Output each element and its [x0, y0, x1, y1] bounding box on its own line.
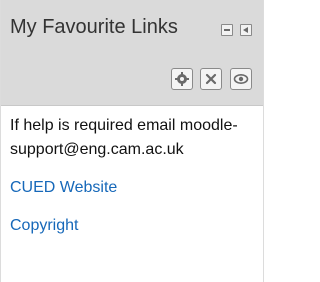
collapse-icon[interactable]	[240, 24, 252, 36]
block-content: If help is required email moodle-support…	[10, 114, 258, 252]
link-cued-website[interactable]: CUED Website	[10, 176, 258, 200]
link-copyright[interactable]: Copyright	[10, 214, 258, 238]
delete-icon[interactable]	[200, 68, 222, 90]
dock-icon[interactable]	[221, 24, 233, 36]
favourite-links-block: My Favourite Links If help is required e…	[0, 0, 264, 282]
block-title: My Favourite Links	[10, 16, 178, 38]
eye-icon[interactable]	[230, 68, 252, 90]
gear-icon[interactable]	[171, 68, 193, 90]
block-header: My Favourite Links	[1, 0, 263, 106]
help-message: If help is required email moodle-support…	[10, 117, 238, 158]
